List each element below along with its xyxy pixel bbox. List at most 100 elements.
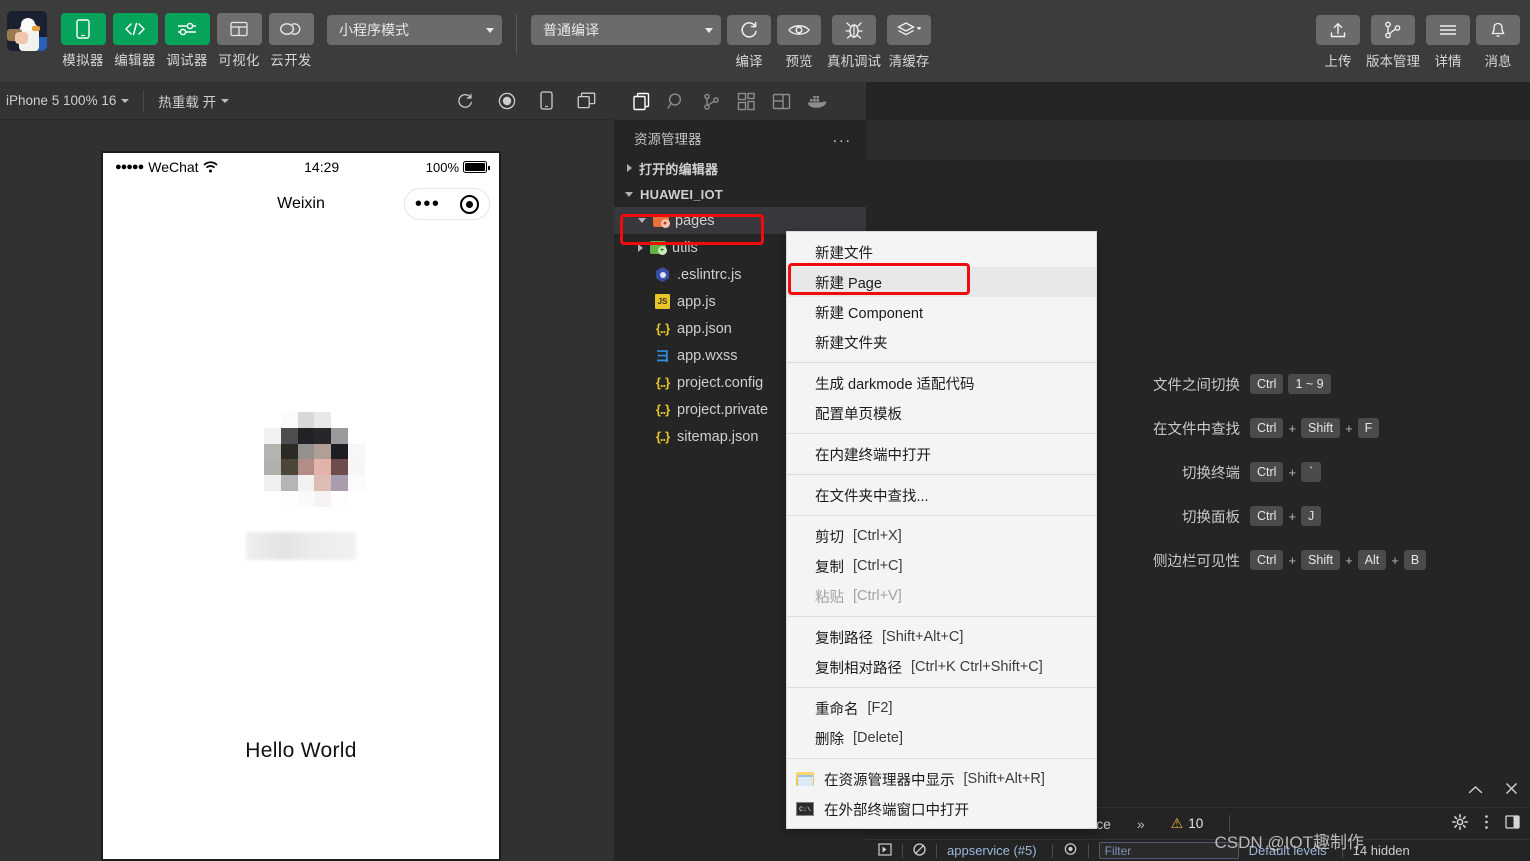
real-device-debug-label: 真机调试	[827, 54, 881, 69]
console-filter-input[interactable]: Filter	[1098, 842, 1239, 859]
compile-type-select[interactable]: 普通编译	[531, 15, 721, 45]
plus-sign: +	[1345, 552, 1353, 568]
upload-button[interactable]: 上传	[1316, 0, 1360, 70]
menu-item-new-component[interactable]: 新建 Component	[787, 297, 1096, 327]
menu-item-find-in-folder[interactable]: 在文件夹中查找...	[787, 480, 1096, 510]
more-vertical-icon[interactable]	[1484, 814, 1489, 833]
menu-item-new-folder[interactable]: 新建文件夹	[787, 327, 1096, 357]
cmd-icon: C:\	[795, 801, 815, 818]
more-dots-icon: •••	[414, 193, 441, 215]
source-control-icon[interactable]	[702, 92, 721, 111]
folder-badge: ●	[660, 219, 670, 228]
simulator-subbar: iPhone 5 100% 16 热重载 开	[0, 82, 614, 120]
avatar-hand-shape	[15, 32, 28, 44]
phone-simulator[interactable]: ●●●●● WeChat 14:29 100% Weixin ••• Hello…	[101, 151, 501, 861]
overflow-icon[interactable]: »	[1137, 816, 1145, 832]
menu-item-new-file[interactable]: 新建文件	[787, 237, 1096, 267]
key-cap: Shift	[1301, 418, 1341, 438]
clear-cache-button[interactable]: 清缓存	[887, 0, 931, 70]
warning-badge[interactable]: ⚠ 10	[1171, 815, 1204, 832]
toolbar-visual-button[interactable]: 可视化	[213, 13, 265, 69]
bug-icon	[832, 15, 876, 45]
layout-icon[interactable]	[772, 93, 791, 110]
chevron-up-icon[interactable]	[1468, 783, 1483, 798]
console-levels-select[interactable]: Default levels	[1249, 843, 1332, 858]
files-icon[interactable]	[632, 92, 651, 111]
main-toolbar: 模拟器 编辑器 调试器 可视化 云开发 小程序模式 普通编译 编译 预览 真机调…	[0, 0, 1530, 82]
tree-item-pages[interactable]: ● pages	[614, 207, 866, 234]
section-project-root-label: HUAWEI_IOT	[640, 186, 723, 202]
extensions-icon[interactable]	[737, 92, 756, 111]
compile-type-value: 普通编译	[543, 22, 599, 38]
preview-button[interactable]: 预览	[777, 0, 821, 70]
more-actions-icon[interactable]: ...	[833, 129, 852, 147]
menu-item-shortcut: [Ctrl+C]	[853, 558, 903, 574]
menu-item-label: 生成 darkmode 适配代码	[815, 376, 975, 393]
menu-item-new-page[interactable]: 新建 Page	[787, 267, 1096, 297]
capsule-menu[interactable]: •••	[404, 188, 490, 220]
compile-mode-value: 小程序模式	[339, 22, 409, 38]
docker-icon[interactable]	[807, 93, 828, 109]
record-icon[interactable]	[498, 92, 516, 110]
tree-item-label: sitemap.json	[677, 428, 759, 445]
menu-separator	[787, 758, 1096, 759]
toolbar-debugger-button[interactable]: 调试器	[161, 13, 213, 69]
toolbar-simulator-button[interactable]: 模拟器	[57, 13, 109, 69]
device-select[interactable]: iPhone 5 100% 16	[0, 93, 130, 108]
plus-sign: +	[1288, 552, 1297, 568]
menu-item-shortcut: [Ctrl+K Ctrl+Shift+C]	[911, 659, 1043, 675]
target-icon[interactable]	[460, 194, 480, 214]
key-cap: Ctrl	[1250, 418, 1284, 438]
menu-item-delete[interactable]: 删除 [Delete]	[787, 723, 1096, 753]
menu-separator	[787, 474, 1096, 475]
hint-label: 文件之间切换	[1153, 377, 1240, 394]
window-icon[interactable]	[577, 92, 596, 109]
menu-item-generate-darkmode[interactable]: 生成 darkmode 适配代码	[787, 368, 1096, 398]
refresh-icon[interactable]	[456, 92, 474, 110]
mobile-icon[interactable]	[540, 91, 553, 110]
compile-mode-select[interactable]: 小程序模式	[327, 15, 502, 45]
eye-icon[interactable]	[1063, 843, 1078, 858]
menu-item-cut[interactable]: 剪切 [Ctrl+X]	[787, 521, 1096, 551]
compile-button[interactable]: 编译	[727, 0, 771, 70]
messages-label: 消息	[1484, 54, 1512, 69]
toolbar-editor-button[interactable]: 编辑器	[109, 13, 161, 69]
phone-icon	[60, 13, 106, 45]
menu-item-configure-single-page-template[interactable]: 配置单页模板	[787, 398, 1096, 428]
menu-item-reveal-in-explorer[interactable]: 在资源管理器中显示 [Shift+Alt+R]	[787, 764, 1096, 794]
key-cap: Ctrl	[1250, 506, 1284, 526]
real-device-debug-button[interactable]: 真机调试	[827, 0, 881, 70]
hamburger-icon	[1426, 15, 1470, 45]
toolbar-cloud-button[interactable]: 云开发	[265, 13, 317, 69]
messages-button[interactable]: 消息	[1476, 0, 1520, 70]
menu-item-open-in-external-terminal[interactable]: C:\ 在外部终端窗口中打开	[787, 794, 1096, 824]
step-icon[interactable]	[878, 842, 892, 859]
battery-percent-label: 100%	[425, 159, 459, 175]
menu-item-copy-path[interactable]: 复制路径 [Shift+Alt+C]	[787, 622, 1096, 652]
console-context-select[interactable]: appservice (#5)	[947, 843, 1042, 858]
section-project-root[interactable]: HUAWEI_IOT	[614, 181, 866, 207]
menu-item-open-in-integrated-terminal[interactable]: 在内建终端中打开	[787, 439, 1096, 469]
toolbar-simulator-label: 模拟器	[62, 53, 104, 68]
search-icon[interactable]	[667, 92, 686, 111]
menu-separator	[787, 616, 1096, 617]
menu-item-copy-relative-path[interactable]: 复制相对路径 [Ctrl+K Ctrl+Shift+C]	[787, 652, 1096, 682]
dock-icon[interactable]	[1505, 815, 1520, 832]
chevron-down-icon	[486, 27, 494, 33]
user-avatar[interactable]	[7, 11, 47, 51]
close-icon[interactable]	[1505, 782, 1518, 798]
section-open-editors[interactable]: 打开的编辑器	[614, 155, 866, 181]
menu-item-rename[interactable]: 重命名 [F2]	[787, 693, 1096, 723]
section-open-editors-label: 打开的编辑器	[639, 161, 719, 177]
clear-console-icon[interactable]	[913, 842, 926, 859]
chevron-down-icon	[625, 191, 633, 197]
menu-item-label: 复制	[815, 559, 844, 576]
menu-item-copy[interactable]: 复制 [Ctrl+C]	[787, 551, 1096, 581]
menu-item-shortcut: [Shift+Alt+R]	[963, 771, 1045, 787]
avatar-mosaic-image	[247, 412, 365, 507]
hotreload-select[interactable]: 热重载 开	[158, 91, 230, 111]
details-button[interactable]: 详情	[1426, 0, 1470, 70]
gear-icon[interactable]	[1452, 814, 1468, 833]
version-management-button[interactable]: 版本管理	[1366, 0, 1420, 70]
devtools-divider	[1229, 815, 1231, 832]
